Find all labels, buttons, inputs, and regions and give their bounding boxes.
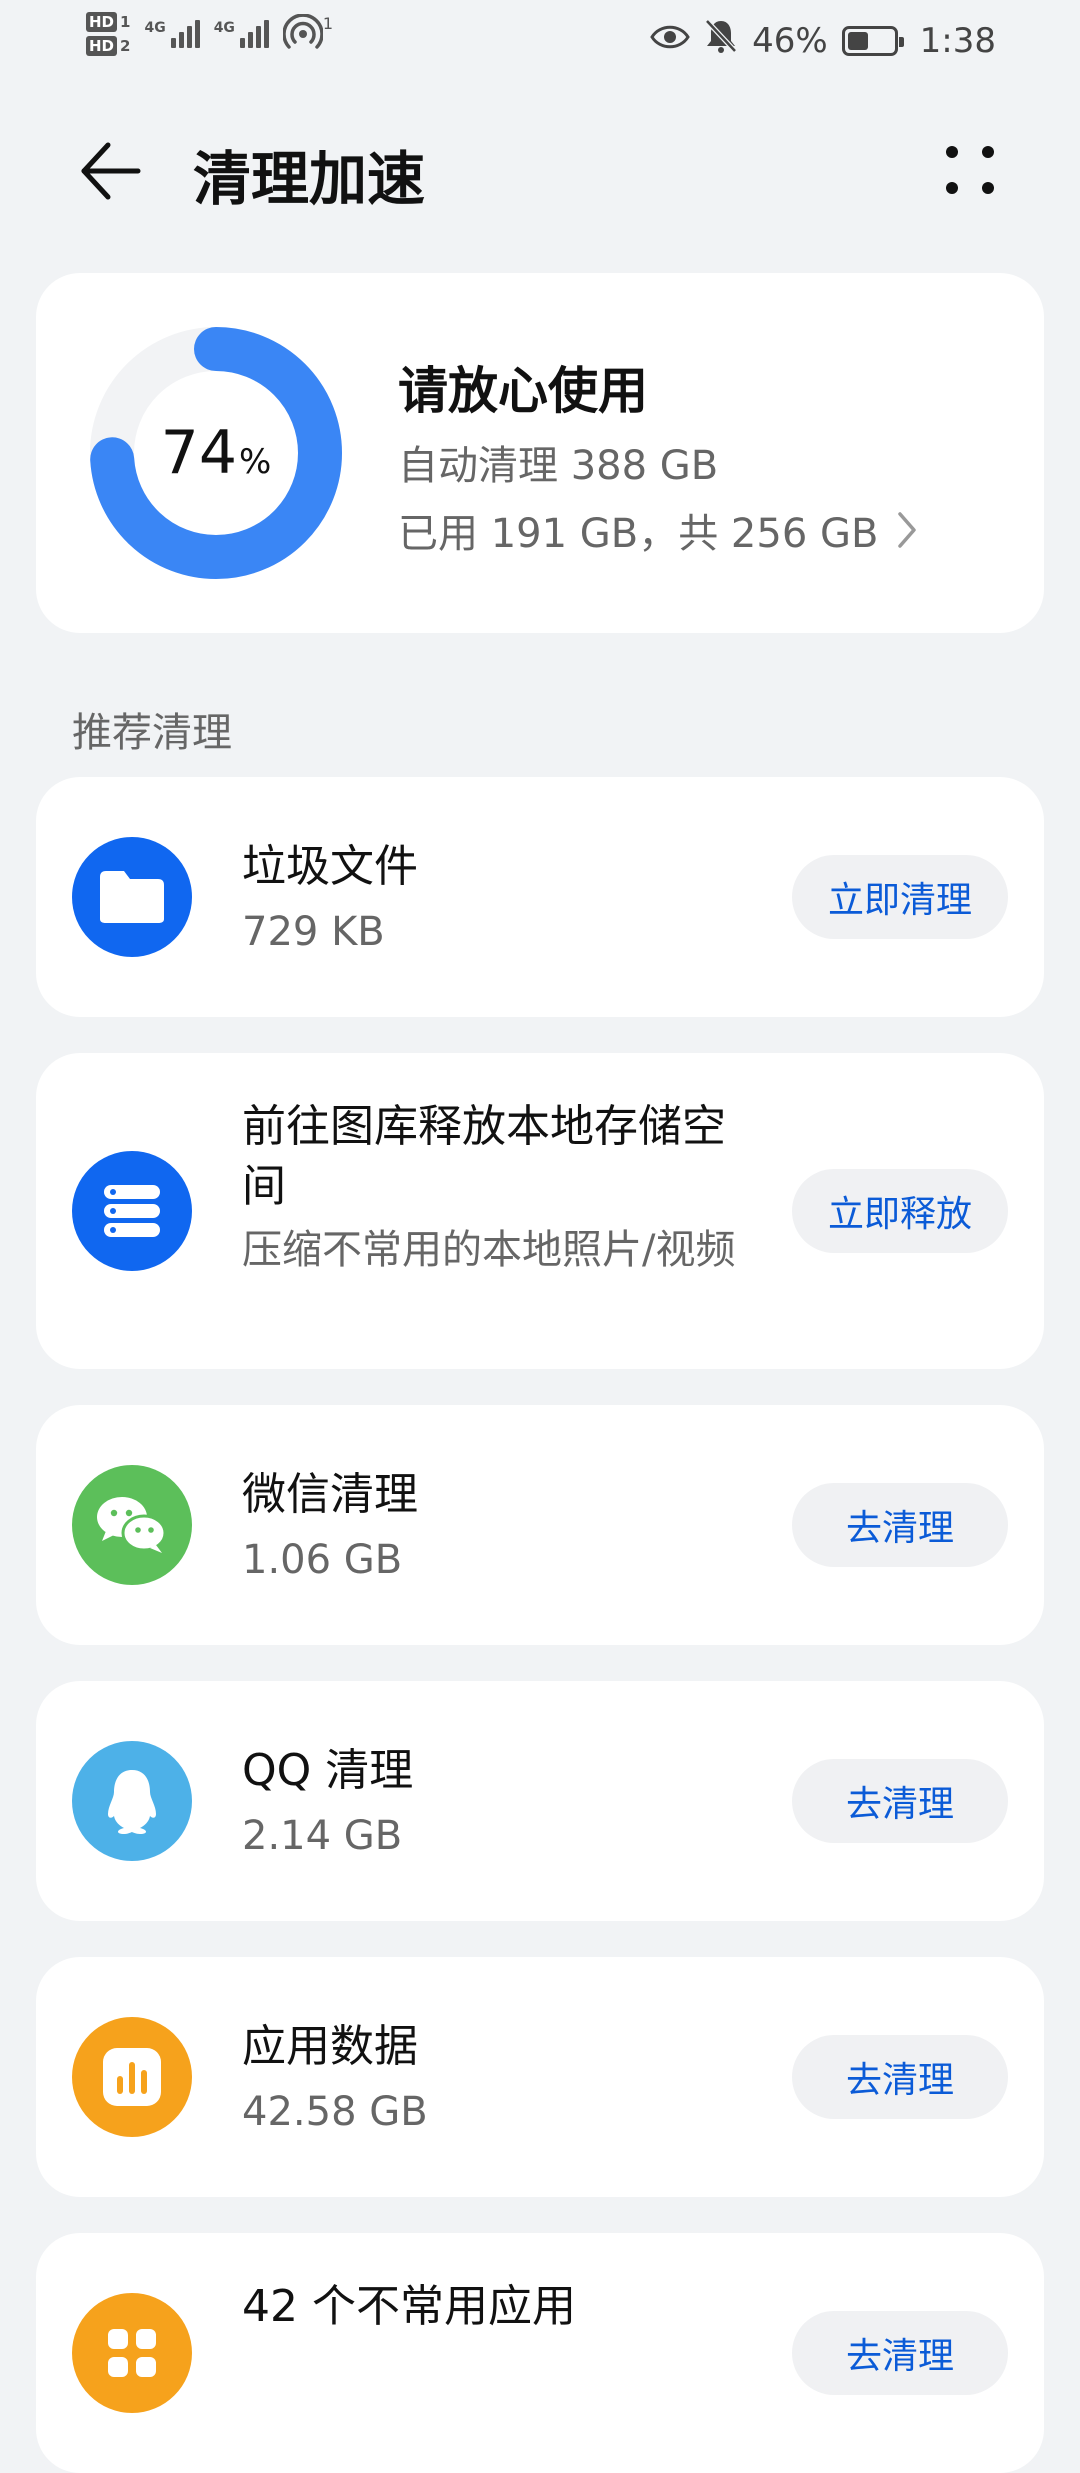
storage-percent-value: 74: [160, 418, 238, 488]
item-size: 729 KB: [242, 909, 385, 955]
release-now-button[interactable]: 立即释放: [792, 1169, 1008, 1253]
sim1-indicator: HD 1: [86, 12, 130, 32]
app-data-icon: [72, 2017, 192, 2137]
app-bar: 清理加速: [0, 110, 1080, 230]
status-left: HD 1 HD 2 4G 4G 1: [86, 12, 333, 56]
status-right: 46% 1:38: [650, 18, 996, 63]
hotspot-icon: 1: [282, 14, 334, 54]
hotspot-count: 1: [322, 14, 334, 33]
network2-label: 4G: [213, 20, 235, 36]
sim2-number: 2: [120, 37, 131, 55]
eye-icon: [650, 21, 690, 61]
clean-now-button[interactable]: 立即清理: [792, 855, 1008, 939]
storage-percent: 74 %: [88, 325, 344, 581]
storage-status-title: 请放心使用: [398, 362, 648, 420]
go-clean-button[interactable]: 去清理: [792, 2035, 1008, 2119]
sim1-number: 1: [120, 13, 131, 31]
battery-percent: 46%: [752, 20, 828, 61]
arrow-left-icon: [81, 142, 141, 200]
cleanup-item-wechat[interactable]: 微信清理 1.06 GB 去清理: [36, 1405, 1044, 1645]
apps-grid-icon: [72, 2293, 192, 2413]
storage-stack-icon: [72, 1151, 192, 1271]
item-title: 前往图库释放本地存储空间: [242, 1101, 726, 1212]
page-title: 清理加速: [193, 145, 426, 213]
sim2-indicator: HD 2: [86, 36, 130, 56]
sim2-hd-label: HD: [86, 36, 118, 56]
item-size: 1.06 GB: [242, 1537, 403, 1583]
cleanup-item-gallery[interactable]: 前往图库释放本地存储空间 压缩不常用的本地照片/视频 立即释放: [36, 1053, 1044, 1369]
storage-used-text: 已用 191 GB，共 256 GB: [398, 511, 879, 557]
status-bar: HD 1 HD 2 4G 4G 1 46% 1:38: [0, 0, 1080, 80]
wechat-icon: [72, 1465, 192, 1585]
back-button[interactable]: [60, 126, 160, 216]
go-clean-button[interactable]: 去清理: [792, 1483, 1008, 1567]
storage-percent-sign: %: [239, 442, 272, 482]
storage-summary-card[interactable]: 74 % 请放心使用 自动清理 388 GB 已用 191 GB，共 256 G…: [36, 273, 1044, 633]
network1-label: 4G: [144, 20, 166, 36]
signal2-icon: 4G: [214, 20, 269, 48]
item-size: 2.14 GB: [242, 1813, 403, 1859]
signal1-icon: 4G: [144, 20, 200, 48]
go-clean-button[interactable]: 去清理: [792, 1759, 1008, 1843]
storage-used-link[interactable]: 已用 191 GB，共 256 GB: [398, 501, 918, 559]
item-title: 微信清理: [242, 1469, 418, 1520]
item-size: 42.58 GB: [242, 2089, 428, 2135]
cleanup-item-app-data[interactable]: 应用数据 42.58 GB 去清理: [36, 1957, 1044, 2197]
auto-clean-amount: 自动清理 388 GB: [398, 443, 719, 489]
go-clean-button[interactable]: 去清理: [792, 2311, 1008, 2395]
battery-fill: [847, 31, 868, 50]
cleanup-item-junk-files[interactable]: 垃圾文件 729 KB 立即清理: [36, 777, 1044, 1017]
item-title: 应用数据: [242, 2021, 418, 2072]
folder-icon: [72, 837, 192, 957]
chevron-right-icon: [898, 512, 917, 548]
clock: 1:38: [919, 20, 996, 61]
item-title: 42 个不常用应用: [242, 2281, 576, 2332]
qq-penguin-icon: [72, 1741, 192, 1861]
sim1-hd-label: HD: [86, 12, 118, 32]
section-recommended-label: 推荐清理: [72, 710, 232, 756]
sim-indicators: HD 1 HD 2: [86, 12, 130, 56]
item-title: 垃圾文件: [242, 841, 418, 892]
item-description: 压缩不常用的本地照片/视频: [242, 1227, 736, 1273]
more-options-button[interactable]: [930, 130, 1010, 210]
item-title: QQ 清理: [242, 1745, 414, 1796]
cleanup-item-qq[interactable]: QQ 清理 2.14 GB 去清理: [36, 1681, 1044, 1921]
cleanup-item-unused-apps[interactable]: 42 个不常用应用 去清理: [36, 2233, 1044, 2473]
more-dots-icon: [946, 146, 994, 194]
bell-off-icon: [704, 18, 738, 63]
battery-icon: [841, 25, 904, 56]
